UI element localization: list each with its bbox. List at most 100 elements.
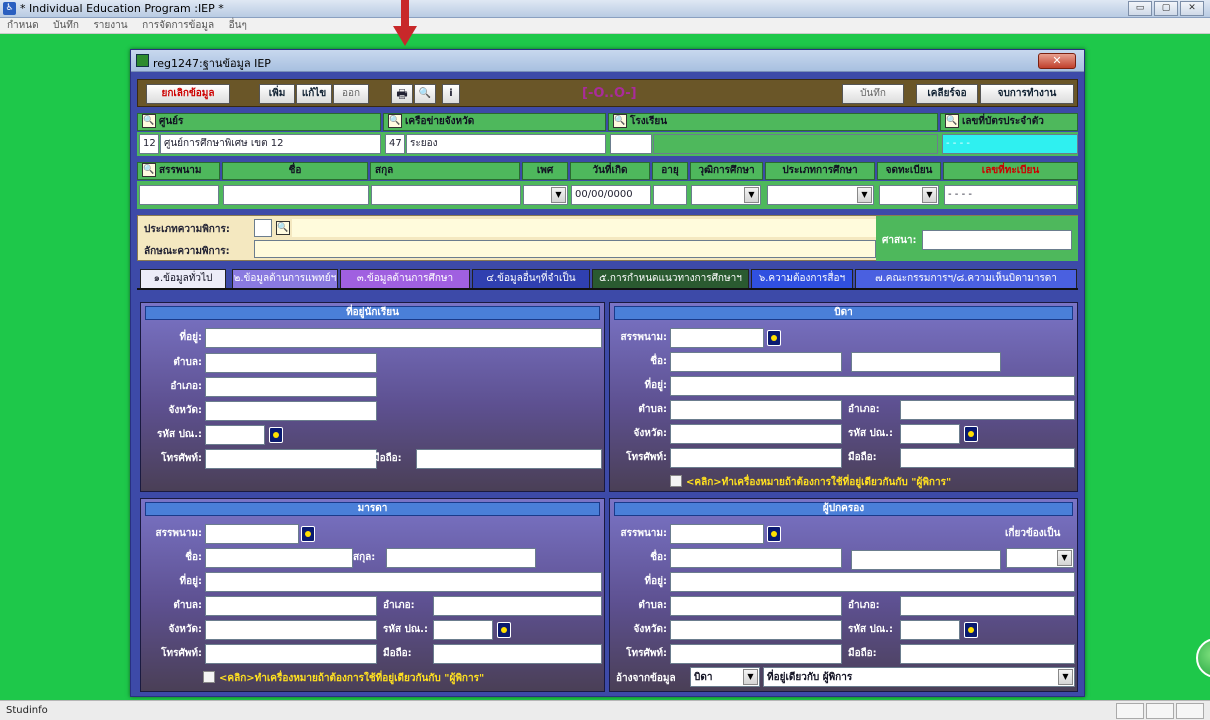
search-icon[interactable]: 🔍 xyxy=(142,114,156,128)
father-same-address-checkbox[interactable] xyxy=(670,475,682,487)
mother-subdistrict-field[interactable] xyxy=(205,596,377,616)
father-name-field[interactable] xyxy=(670,352,842,372)
student-postcode-field[interactable] xyxy=(205,425,265,445)
menu-item-settings[interactable]: กำหนด xyxy=(7,18,39,34)
mother-surname-field[interactable] xyxy=(386,548,536,568)
guardian-province-field[interactable] xyxy=(670,620,842,640)
father-address-field[interactable] xyxy=(670,376,1075,396)
mother-mobile-field[interactable] xyxy=(433,644,602,664)
clear-screen-button[interactable]: เคลียร์จอ xyxy=(916,84,978,104)
student-address-field[interactable] xyxy=(205,328,602,348)
search-icon[interactable]: 🔍 xyxy=(945,114,959,128)
tab-committee-parents[interactable]: ๗.คณะกรรมการฯ/๘.ความเห็นบิดามารดา xyxy=(855,269,1077,289)
guardian-address-field[interactable] xyxy=(670,572,1075,592)
guardian-subdistrict-field[interactable] xyxy=(670,596,842,616)
network-name-field[interactable]: ระยอง xyxy=(406,134,606,154)
father-district-field[interactable] xyxy=(900,400,1075,420)
guardian-relation-select[interactable]: ▼ xyxy=(1006,548,1074,568)
search-icon[interactable]: 🔍 xyxy=(414,84,436,104)
student-province-field[interactable] xyxy=(205,401,377,421)
edu-type-select[interactable]: ▼ xyxy=(767,185,874,205)
mother-name-field[interactable] xyxy=(205,548,353,568)
surname-field[interactable] xyxy=(371,185,521,205)
guardian-mobile-field[interactable] xyxy=(900,644,1075,664)
father-postcode-field[interactable] xyxy=(900,424,960,444)
guardian-same-select[interactable]: ที่อยู่เดียวกับ ผู้พิการ ▼ xyxy=(763,667,1075,687)
edit-button[interactable]: แก้ไข xyxy=(296,84,332,104)
mother-province-field[interactable] xyxy=(205,620,377,640)
lookup-bullet-icon[interactable] xyxy=(964,622,978,638)
mother-district-field[interactable] xyxy=(433,596,602,616)
guardian-surname-field[interactable] xyxy=(851,550,1001,570)
exit-button[interactable]: ออก xyxy=(333,84,369,104)
mother-same-address-label[interactable]: <คลิก>ทำเครื่องหมายถ้าต้องการใช้ที่อยู่เ… xyxy=(219,671,484,686)
search-icon[interactable]: 🔍 xyxy=(388,114,402,128)
guardian-district-field[interactable] xyxy=(900,596,1075,616)
prefix-field[interactable] xyxy=(139,185,219,205)
tab-general[interactable]: ๑.ข้อมูลทั่วไป xyxy=(140,269,226,289)
name-field[interactable] xyxy=(223,185,369,205)
regno-field[interactable]: - - - - xyxy=(944,185,1077,205)
menu-item-other[interactable]: อื่นๆ xyxy=(229,18,247,34)
lookup-bullet-icon[interactable] xyxy=(964,426,978,442)
sex-select[interactable]: ▼ xyxy=(523,185,568,205)
maximize-button[interactable]: ▢ xyxy=(1154,1,1178,16)
guardian-phone-field[interactable] xyxy=(670,644,842,664)
father-subdistrict-field[interactable] xyxy=(670,400,842,420)
finish-button[interactable]: จบการทำงาน xyxy=(980,84,1074,104)
mother-phone-field[interactable] xyxy=(205,644,377,664)
disability-char-field[interactable] xyxy=(254,240,876,258)
lookup-bullet-icon[interactable] xyxy=(767,330,781,346)
mother-prefix-field[interactable] xyxy=(205,524,299,544)
menu-item-data-management[interactable]: การจัดการข้อมูล xyxy=(142,18,214,34)
age-field[interactable] xyxy=(653,185,687,205)
lookup-bullet-icon[interactable] xyxy=(767,526,781,542)
student-phone-field[interactable] xyxy=(205,449,377,469)
menu-item-record[interactable]: บันทึก xyxy=(53,18,79,34)
religion-field[interactable] xyxy=(922,230,1072,250)
father-province-field[interactable] xyxy=(670,424,842,444)
cancel-data-button[interactable]: ยกเลิกข้อมูล xyxy=(146,84,230,104)
dialog-close-button[interactable]: ✕ xyxy=(1038,53,1076,69)
save-button[interactable]: บันทึก xyxy=(842,84,904,104)
guardian-postcode-field[interactable] xyxy=(900,620,960,640)
school-code-field[interactable] xyxy=(610,134,652,154)
disability-type-field[interactable] xyxy=(292,219,876,237)
center-name-field[interactable]: ศูนย์การศึกษาพิเศษ เขต 12 xyxy=(160,134,381,154)
print-icon[interactable]: 🖶 xyxy=(391,84,413,104)
guardian-name-field[interactable] xyxy=(670,548,842,568)
father-prefix-field[interactable] xyxy=(670,328,764,348)
lookup-bullet-icon[interactable] xyxy=(497,622,511,638)
tab-education-guideline[interactable]: ๕.การกำหนดแนวทางการศึกษาฯ xyxy=(592,269,749,289)
menu-item-report[interactable]: รายงาน xyxy=(93,18,127,34)
lookup-bullet-icon[interactable] xyxy=(269,427,283,443)
network-code-field[interactable]: 47 xyxy=(385,134,405,154)
idcard-field[interactable]: - - - - xyxy=(942,134,1078,154)
tab-education[interactable]: ๓.ข้อมูลด้านการศึกษา xyxy=(340,269,470,289)
father-surname-field[interactable] xyxy=(851,352,1001,372)
guardian-ref-select[interactable]: บิดา ▼ xyxy=(690,667,760,687)
guardian-prefix-field[interactable] xyxy=(670,524,764,544)
search-icon[interactable]: 🔍 xyxy=(142,163,156,177)
school-name-field[interactable] xyxy=(653,134,938,154)
close-window-button[interactable]: ✕ xyxy=(1180,1,1204,16)
minimize-button[interactable]: ▭ xyxy=(1128,1,1152,16)
search-icon[interactable]: 🔍 xyxy=(613,114,627,128)
father-phone-field[interactable] xyxy=(670,448,842,468)
disability-type-code-field[interactable] xyxy=(254,219,272,237)
tab-other-necessary[interactable]: ๔.ข้อมูลอื่นๆที่จำเป็น xyxy=(472,269,590,289)
mother-postcode-field[interactable] xyxy=(433,620,493,640)
father-mobile-field[interactable] xyxy=(900,448,1075,468)
tab-medical[interactable]: ๒.ข้อมูลด้านการแพทย์ฯ xyxy=(232,269,338,289)
father-same-address-label[interactable]: <คลิก>ทำเครื่องหมายถ้าต้องการใช้ที่อยู่เ… xyxy=(686,475,951,490)
add-button[interactable]: เพิ่ม xyxy=(259,84,295,104)
info-icon[interactable]: i xyxy=(442,84,460,104)
tab-media-needs[interactable]: ๖.ความต้องการสื่อฯ xyxy=(751,269,853,289)
edu-level-select[interactable]: ▼ xyxy=(691,185,761,205)
student-mobile-field[interactable] xyxy=(416,449,602,469)
registered-select[interactable]: ▼ xyxy=(879,185,939,205)
student-district-field[interactable] xyxy=(205,377,377,397)
lookup-bullet-icon[interactable] xyxy=(301,526,315,542)
mother-same-address-checkbox[interactable] xyxy=(203,671,215,683)
student-subdistrict-field[interactable] xyxy=(205,353,377,373)
